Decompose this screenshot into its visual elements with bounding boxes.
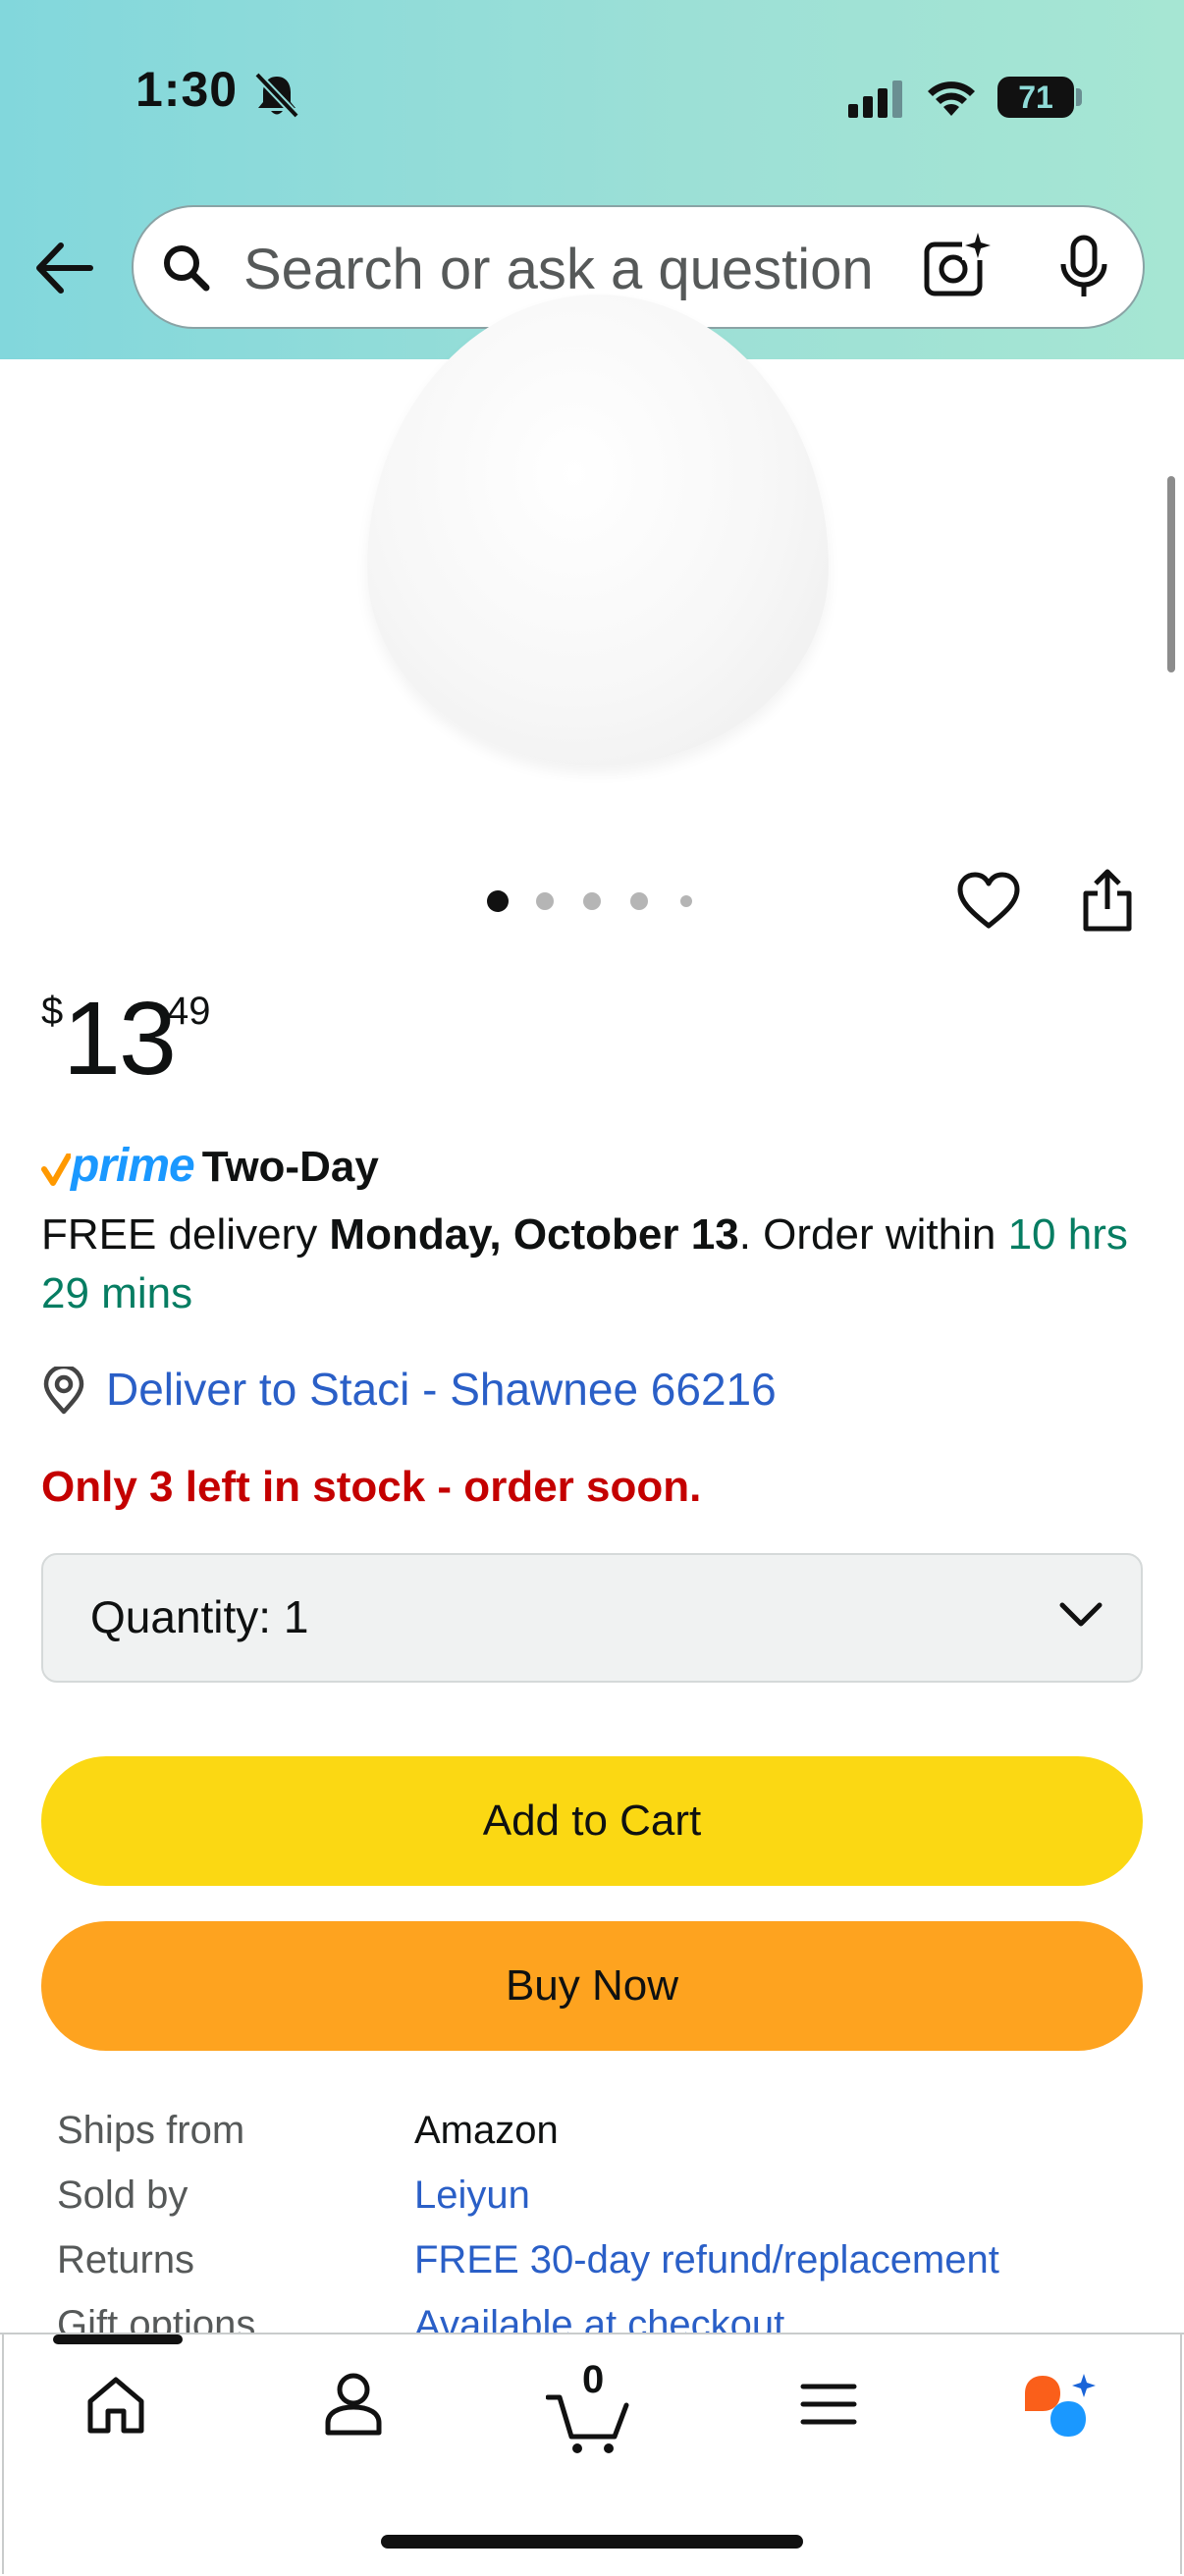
search-placeholder: Search or ask a question <box>243 238 874 301</box>
image-dot-3[interactable] <box>583 892 601 910</box>
battery-icon: 71 <box>997 77 1082 118</box>
search-icon <box>164 245 210 292</box>
cart-icon[interactable] <box>546 2393 630 2454</box>
prime-badge: prime Two-Day <box>41 1139 379 1198</box>
buy-now-button[interactable]: Buy Now <box>41 1921 1143 2051</box>
scrollbar[interactable] <box>1167 476 1175 672</box>
image-dot-1[interactable] <box>487 890 509 912</box>
returns-link[interactable]: FREE 30-day refund/replacement <box>414 2238 999 2282</box>
menu-icon[interactable] <box>799 2382 858 2427</box>
cellular-signal-icon <box>848 80 902 118</box>
silent-mode-icon <box>254 72 299 119</box>
home-icon[interactable] <box>84 2376 147 2435</box>
ships-from-value: Amazon <box>414 2109 559 2152</box>
product-image[interactable] <box>367 295 829 766</box>
prime-check-icon <box>41 1153 72 1186</box>
quantity-value: 1 <box>283 1591 309 1642</box>
wifi-icon <box>928 81 975 116</box>
price-currency-symbol: $ <box>41 990 64 1033</box>
share-icon[interactable] <box>1080 868 1135 933</box>
active-tab-indicator <box>53 2334 183 2344</box>
image-dot-2[interactable] <box>536 892 554 910</box>
deliver-to-link[interactable]: Deliver to Staci - Shawnee 66216 <box>106 1363 777 1416</box>
back-arrow-icon[interactable] <box>33 242 94 295</box>
sold-by-link[interactable]: Leiyun <box>414 2174 530 2218</box>
returns-label: Returns <box>57 2238 195 2281</box>
chevron-down-icon <box>1059 1602 1103 1627</box>
cart-count: 0 <box>582 2358 605 2401</box>
price-whole: 13 <box>63 981 177 1097</box>
quantity-label: Quantity: <box>90 1591 272 1642</box>
stock-warning: Only 3 left in stock - order soon. <box>41 1463 702 1511</box>
home-indicator <box>381 2535 803 2549</box>
delivery-prefix: FREE delivery <box>41 1210 330 1259</box>
ships-from-label: Ships from <box>57 2109 245 2152</box>
prime-label: prime <box>71 1140 195 1192</box>
microphone-icon[interactable] <box>1056 235 1111 299</box>
quantity-dropdown[interactable]: Quantity: 1 <box>41 1553 1143 1683</box>
delivery-middle: . Order within <box>738 1210 1008 1259</box>
location-pin-icon <box>43 1367 84 1415</box>
delivery-date: Monday, October 13 <box>329 1210 739 1259</box>
account-icon[interactable] <box>324 2372 383 2437</box>
sold-by-label: Sold by <box>57 2174 188 2217</box>
image-dot-4[interactable] <box>630 892 648 910</box>
add-to-cart-button[interactable]: Add to Cart <box>41 1756 1143 1886</box>
battery-level: 71 <box>1018 80 1053 115</box>
camera-lens-icon[interactable] <box>923 231 994 301</box>
status-time: 1:30 <box>135 62 239 117</box>
delivery-message: FREE delivery Monday, October 13. Order … <box>41 1206 1151 1323</box>
price-fraction: 49 <box>167 990 211 1033</box>
prime-speed: Two-Day <box>201 1143 379 1191</box>
quantity-text: Quantity: 1 <box>90 1590 308 1643</box>
heart-icon[interactable] <box>956 872 1021 931</box>
image-dot-5[interactable] <box>680 895 692 907</box>
rufus-icon[interactable] <box>1021 2372 1100 2441</box>
